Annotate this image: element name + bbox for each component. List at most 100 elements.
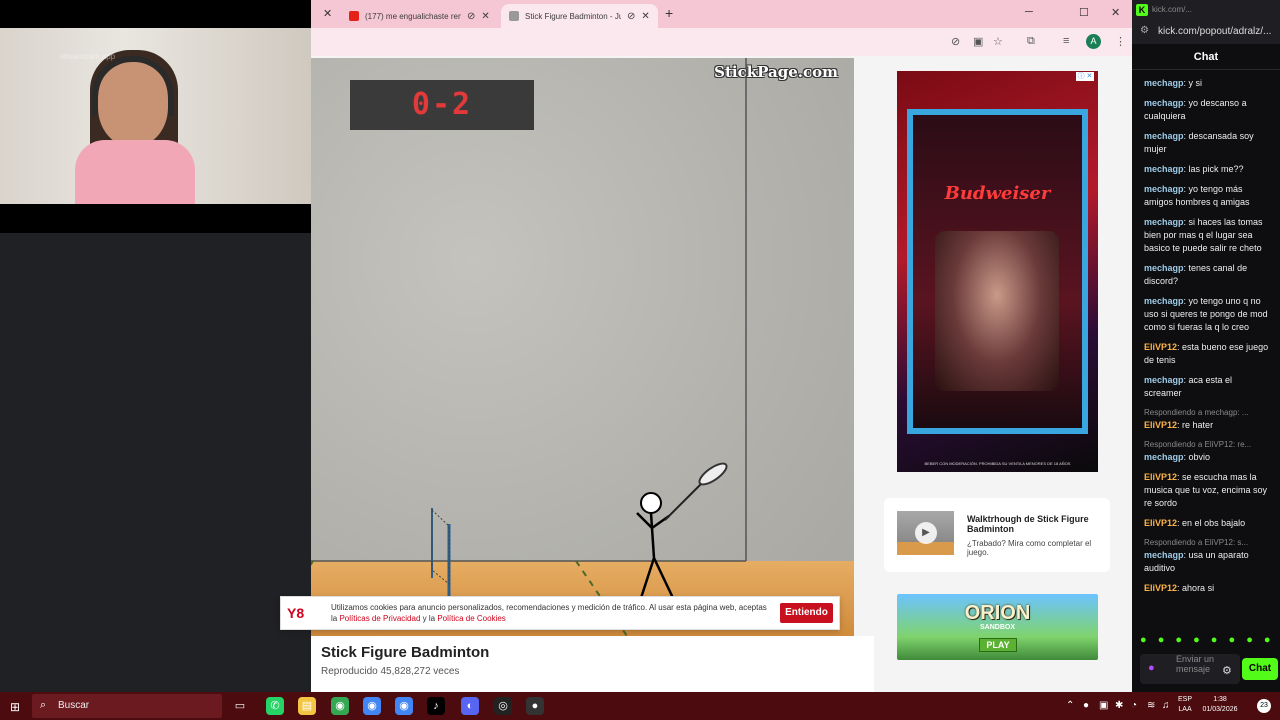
- game-canvas[interactable]: 0-2 StickPage.com: [311, 58, 854, 636]
- notification-badge[interactable]: 23: [1257, 699, 1271, 713]
- accept-cookies-button[interactable]: Entiendo: [780, 603, 833, 623]
- file-explorer-icon[interactable]: ▤: [298, 697, 316, 715]
- obs-icon[interactable]: ◎: [494, 697, 512, 715]
- tab-stick-figure-badminton[interactable]: Stick Figure Badminton - Ju ⊘ ✕: [501, 4, 658, 28]
- chat-username[interactable]: mechagp: [1144, 78, 1184, 88]
- chat-username[interactable]: EliVP12: [1144, 472, 1177, 482]
- close-window-icon[interactable]: ✕: [1111, 6, 1120, 19]
- emote-bar[interactable]: ● ● ● ● ● ● ● ●: [1140, 634, 1274, 648]
- ad2-play-button[interactable]: PLAY: [979, 638, 1017, 652]
- chat-message: mechagp: si haces las tomas bien por mas…: [1144, 217, 1263, 253]
- ad-photo: [935, 231, 1059, 391]
- ad-choices-icon[interactable]: ⓘ ✕: [1076, 72, 1094, 81]
- chrome-icon-2[interactable]: ◉: [363, 697, 381, 715]
- chat-messages: mechagp: y si mechagp: yo descanso a cual…: [1144, 77, 1272, 602]
- chat-message: EliVP12: se escucha mas la musica que tu…: [1144, 472, 1268, 508]
- cast-icon[interactable]: ▣: [973, 35, 983, 48]
- gear-icon[interactable]: ⚙: [1222, 664, 1232, 677]
- site-info-icon[interactable]: ⚙: [1140, 25, 1149, 36]
- close-tab-icon[interactable]: ✕: [481, 11, 489, 22]
- cookie-policy-link[interactable]: Política de Cookies: [437, 614, 505, 623]
- maximize-icon[interactable]: ☐: [1079, 6, 1089, 19]
- extensions-icon[interactable]: ⧉: [1027, 35, 1035, 48]
- chat-text: obvio: [1188, 452, 1211, 462]
- tab-youtube[interactable]: (177) me engualichaste rem ⊘ ✕: [341, 4, 498, 28]
- whatsapp-icon[interactable]: ✆: [266, 697, 284, 715]
- task-view-icon[interactable]: ▭: [231, 697, 249, 715]
- chat-username[interactable]: mechagp: [1144, 375, 1184, 385]
- lang-line-2: LAA: [1178, 706, 1192, 713]
- stick-figure-player: [636, 492, 675, 599]
- chat-username[interactable]: mechagp: [1144, 263, 1184, 273]
- chat-url[interactable]: kick.com/popout/adralz/...: [1158, 26, 1276, 37]
- badminton-net: [431, 508, 450, 586]
- chrome-icon-3[interactable]: ◉: [395, 697, 413, 715]
- bookmark-star-icon[interactable]: ☆: [993, 35, 1003, 48]
- chat-message: mechagp: aca esta el screamer: [1144, 375, 1233, 398]
- mute-icon[interactable]: ⊘: [627, 11, 635, 22]
- minimize-icon[interactable]: ─: [1025, 6, 1033, 18]
- tray-volume-icon[interactable]: ♫: [1162, 700, 1170, 711]
- chat-text: en el obs bajalo: [1182, 518, 1246, 528]
- chat-username[interactable]: mechagp: [1144, 550, 1184, 560]
- scoreboard: 0-2: [350, 80, 534, 130]
- reply-context: Respondiendo a EliVP12: s...: [1144, 538, 1249, 547]
- chat-username[interactable]: mechagp: [1144, 98, 1184, 108]
- menu-kebab-icon[interactable]: ⋮: [1115, 35, 1126, 48]
- chat-username[interactable]: mechagp: [1144, 131, 1184, 141]
- chat-send-button[interactable]: Chat: [1242, 658, 1278, 680]
- tab-title: Stick Figure Badminton - Ju: [525, 11, 621, 21]
- language-indicator[interactable]: ESP LAA: [1178, 695, 1192, 715]
- game-title: Stick Figure Badminton: [321, 644, 490, 661]
- streamer-shirt: [75, 140, 195, 204]
- app-icon[interactable]: ●: [526, 697, 544, 715]
- profile-avatar[interactable]: A: [1086, 34, 1101, 49]
- mute-site-icon[interactable]: ⊘: [951, 35, 960, 48]
- chat-message: EliVP12: ahora si: [1144, 583, 1215, 593]
- chat-username[interactable]: EliVP12: [1144, 518, 1177, 528]
- taskbar-search[interactable]: ⌕ Buscar: [32, 694, 222, 718]
- tray-app-icon[interactable]: ▣: [1099, 700, 1108, 711]
- tray-chevron-icon[interactable]: ⌃: [1066, 700, 1074, 711]
- chat-header: Chat: [1132, 44, 1280, 70]
- kick-logo-icon: K: [1136, 4, 1148, 16]
- chat-username[interactable]: EliVP12: [1144, 583, 1177, 593]
- clock-time: 1:38: [1213, 696, 1227, 703]
- chat-message: EliVP12: esta bueno ese juego de tenis: [1144, 342, 1269, 365]
- chat-message: EliVP12: re hater: [1144, 420, 1214, 430]
- walkthrough-card[interactable]: ▶ Walktrhough de Stick Figure Badminton …: [884, 498, 1110, 572]
- chrome-icon[interactable]: ◉: [331, 697, 349, 715]
- close-tab-icon[interactable]: ✕: [641, 11, 649, 22]
- privacy-link[interactable]: Políticas de Privacidad: [339, 614, 420, 623]
- ad2-subtitle: SANDBOX: [979, 624, 1015, 631]
- media-control-icon[interactable]: ≡: [1063, 35, 1069, 47]
- ad2-title: ORION: [964, 602, 1031, 624]
- tab-bar: ✕ (177) me engualichaste rem ⊘ ✕ Stick F…: [311, 0, 1132, 28]
- chat-username[interactable]: mechagp: [1144, 217, 1184, 227]
- mute-icon[interactable]: ⊘: [467, 11, 475, 22]
- chat-username[interactable]: mechagp: [1144, 164, 1184, 174]
- microphone-icon[interactable]: ●: [1148, 662, 1155, 674]
- chat-username[interactable]: mechagp: [1144, 184, 1184, 194]
- clock[interactable]: 1:38 01/03/2026: [1200, 695, 1240, 715]
- court-drawing: [311, 58, 747, 636]
- tray-bluetooth-icon[interactable]: ✱: [1115, 700, 1123, 711]
- chat-username[interactable]: mechagp: [1144, 452, 1184, 462]
- cam-watermark: streamcam.app: [60, 52, 116, 61]
- ad-banner-budweiser[interactable]: Budweiser BEBER CON MODERACIÓN. PROHIBID…: [897, 71, 1098, 472]
- kick-chat-window: K kick.com/... ⚙ kick.com/popout/adralz/…: [1132, 0, 1280, 692]
- new-tab-button[interactable]: +: [665, 5, 673, 21]
- tray-network-icon[interactable]: ◔: [1131, 700, 1137, 711]
- ad-banner-orion[interactable]: ORION SANDBOX PLAY: [897, 594, 1098, 660]
- chat-username[interactable]: EliVP12: [1144, 420, 1177, 430]
- chat-username[interactable]: mechagp: [1144, 296, 1184, 306]
- tray-mic-icon[interactable]: ●: [1083, 700, 1089, 711]
- windows-start-icon[interactable]: ⊞: [10, 700, 20, 714]
- discord-icon[interactable]: ◐: [461, 697, 479, 715]
- chat-username[interactable]: EliVP12: [1144, 342, 1177, 352]
- tray-wifi-icon[interactable]: ≋: [1147, 700, 1155, 711]
- browser-window: ✕ (177) me engualichaste rem ⊘ ✕ Stick F…: [280, 0, 1132, 692]
- tiktok-icon[interactable]: ♪: [427, 697, 445, 715]
- chat-message: mechagp: tenes canal de discord?: [1144, 263, 1248, 286]
- close-icon[interactable]: ✕: [323, 7, 332, 20]
